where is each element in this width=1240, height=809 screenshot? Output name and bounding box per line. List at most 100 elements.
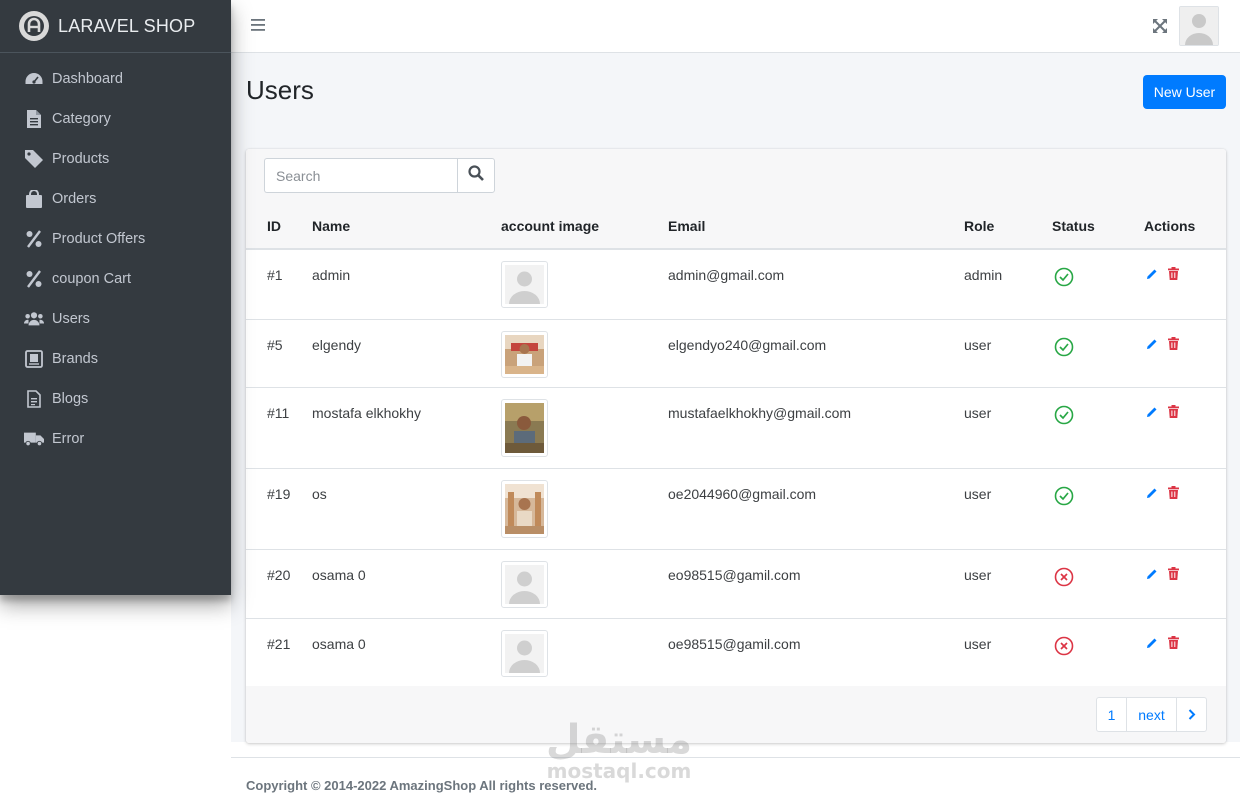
account-image[interactable]: [501, 479, 548, 538]
user-id: #5: [246, 319, 312, 388]
user-id: #21: [246, 618, 312, 687]
user-role: user: [964, 618, 1052, 687]
sidebar-item-label: Orders: [52, 191, 97, 207]
status-inactive-icon: [1054, 567, 1074, 590]
user-id: #1: [246, 249, 312, 320]
user-email: elgendyo240@gmail.com: [668, 319, 964, 388]
column-header-email: Email: [668, 204, 964, 250]
user-email: admin@gmail.com: [668, 249, 964, 320]
user-photo: [505, 334, 544, 374]
default-avatar-icon: [505, 265, 544, 304]
top-navbar: [231, 0, 1240, 53]
file-icon: [24, 109, 44, 129]
expand-icon[interactable]: [1151, 17, 1169, 35]
account-image[interactable]: [501, 560, 548, 608]
user-role: user: [964, 319, 1052, 388]
edit-icon[interactable]: [1146, 405, 1158, 421]
sidebar: LARAVEL SHOP Dashboard Category Products…: [0, 0, 231, 595]
account-image[interactable]: [501, 629, 548, 677]
search-button[interactable]: [457, 158, 495, 193]
users-card: ID Name account image Email Role Status …: [246, 149, 1226, 743]
tag-icon: [24, 149, 44, 169]
edit-icon[interactable]: [1146, 567, 1158, 583]
hamburger-icon[interactable]: [251, 17, 268, 33]
pagination: 1 next: [1096, 697, 1207, 732]
user-id: #11: [246, 387, 312, 469]
account-image[interactable]: [501, 261, 548, 308]
search-input[interactable]: [264, 158, 457, 193]
table-row: #11 mostafa elkhokhy mustafaelkhokhy@gma…: [246, 387, 1226, 469]
sidebar-item-blogs[interactable]: Blogs: [0, 379, 231, 419]
sidebar-item-products[interactable]: Products: [0, 139, 231, 179]
table-row: #1 admin admin@gmail.com admin: [246, 249, 1226, 320]
user-name: admin: [312, 249, 501, 320]
card-footer: 1 next: [246, 686, 1226, 743]
sidebar-item-label: Product Offers: [52, 231, 146, 247]
account-image[interactable]: [501, 398, 548, 457]
sidebar-item-label: Users: [52, 311, 90, 327]
sidebar-item-error[interactable]: Error: [0, 419, 231, 459]
default-avatar-icon: [505, 633, 544, 673]
truck-icon: [24, 429, 44, 449]
user-role: admin: [964, 249, 1052, 320]
user-email: mustafaelkhokhy@gmail.com: [668, 387, 964, 469]
user-id: #20: [246, 549, 312, 619]
trash-icon[interactable]: [1168, 635, 1179, 652]
user-name: mostafa elkhokhy: [312, 387, 501, 469]
sidebar-item-product-offers[interactable]: Product Offers: [0, 219, 231, 259]
status-active-icon: [1054, 267, 1074, 290]
user-avatar[interactable]: [1179, 6, 1219, 46]
trash-icon[interactable]: [1168, 485, 1179, 502]
sidebar-item-label: Brands: [52, 351, 98, 367]
copyright-text: Copyright © 2014-2022 AmazingShop All ri…: [246, 778, 598, 793]
next-page-link[interactable]: next: [1126, 697, 1177, 732]
new-user-button[interactable]: New User: [1143, 75, 1226, 109]
user-name: osama 0: [312, 549, 501, 619]
card-header: [246, 149, 1226, 204]
account-image[interactable]: [501, 330, 548, 378]
column-header-name: Name: [312, 204, 501, 250]
sidebar-item-users[interactable]: Users: [0, 299, 231, 339]
sidebar-item-label: Category: [52, 111, 111, 127]
sidebar-item-category[interactable]: Category: [0, 99, 231, 139]
search-group: [264, 158, 495, 193]
trash-icon[interactable]: [1168, 267, 1179, 283]
page-footer: Copyright © 2014-2022 AmazingShop All ri…: [231, 757, 1240, 809]
table-row: #5 elgendy elgendyo240@gmail.com user: [246, 319, 1226, 388]
column-header-role: Role: [964, 204, 1052, 250]
trash-icon[interactable]: [1168, 566, 1179, 583]
user-email: oe98515@gamil.com: [668, 618, 964, 687]
tachometer-icon: [24, 69, 44, 89]
user-name: osama 0: [312, 618, 501, 687]
chevron-right-icon[interactable]: [1176, 697, 1207, 732]
shopping-bag-icon: [24, 189, 44, 209]
user-role: user: [964, 468, 1052, 550]
search-icon: [468, 165, 484, 186]
percent-icon: [24, 229, 44, 249]
sidebar-item-label: Products: [52, 151, 110, 167]
trash-icon[interactable]: [1168, 404, 1179, 421]
status-inactive-icon: [1054, 636, 1074, 659]
column-header-id: ID: [246, 204, 312, 250]
page-number-1[interactable]: 1: [1096, 697, 1127, 732]
user-name: elgendy: [312, 319, 501, 388]
sidebar-item-orders[interactable]: Orders: [0, 179, 231, 219]
sidebar-item-brands[interactable]: Brands: [0, 339, 231, 379]
edit-icon[interactable]: [1146, 486, 1158, 502]
users-table: ID Name account image Email Role Status …: [246, 204, 1226, 687]
user-photo: [505, 402, 544, 453]
sidebar-nav: Dashboard Category Products Orders Produ…: [0, 53, 231, 459]
sidebar-item-label: coupon Cart: [52, 271, 131, 287]
brand-link[interactable]: LARAVEL SHOP: [0, 0, 231, 53]
edit-icon[interactable]: [1146, 337, 1158, 353]
sidebar-item-label: Blogs: [52, 391, 89, 407]
page-title: Users: [246, 75, 314, 105]
status-active-icon: [1054, 486, 1074, 509]
status-active-icon: [1054, 337, 1074, 360]
sidebar-item-dashboard[interactable]: Dashboard: [0, 59, 231, 99]
edit-icon[interactable]: [1146, 636, 1158, 652]
edit-icon[interactable]: [1146, 267, 1158, 283]
trash-icon[interactable]: [1168, 336, 1179, 353]
sidebar-item-coupon-cart[interactable]: coupon Cart: [0, 259, 231, 299]
brand-logo-icon: [19, 11, 49, 41]
